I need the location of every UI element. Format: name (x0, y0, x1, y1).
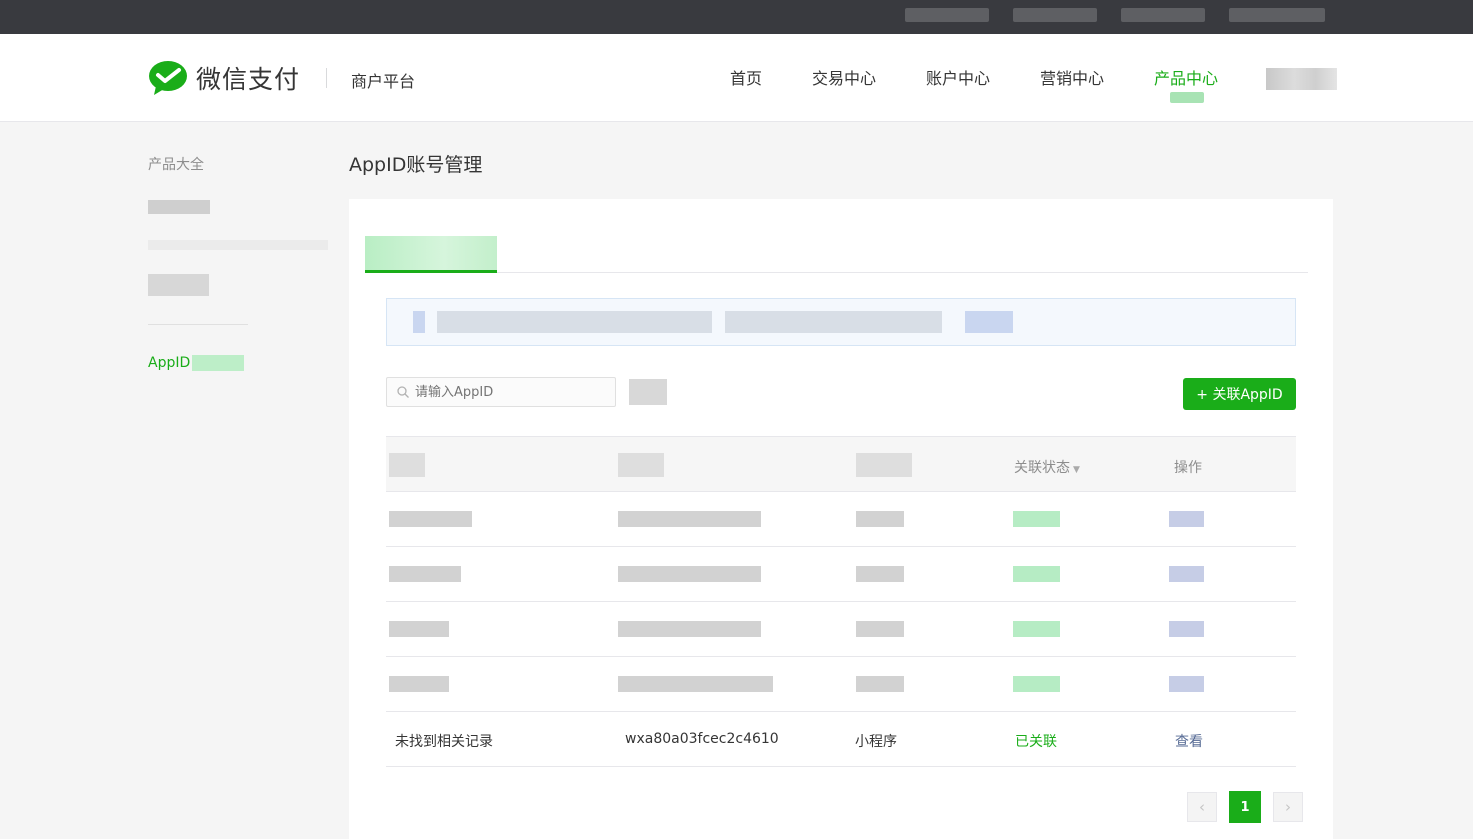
table-header: 关联状态 ▼ 操作 (386, 436, 1296, 492)
blurred-text (148, 240, 328, 250)
blurred-text (389, 621, 449, 637)
blurred-text (192, 355, 245, 371)
blurred-text (856, 511, 904, 527)
column-header-label: 关联状态 (1014, 460, 1070, 476)
info-notice (386, 298, 1296, 346)
notice-link[interactable] (965, 311, 1013, 333)
blurred-text (1121, 8, 1205, 22)
nav-marketing[interactable]: 营销中心 (1040, 65, 1104, 89)
blurred-text (389, 511, 472, 527)
blurred-text (389, 676, 449, 692)
column-header-type (856, 453, 912, 477)
table-row (386, 602, 1296, 657)
nav-home[interactable]: 首页 (730, 65, 762, 89)
blurred-text (618, 621, 761, 637)
blurred-text (856, 621, 904, 637)
info-icon (413, 311, 425, 333)
add-appid-button[interactable]: + 关联AppID (1183, 378, 1296, 410)
blurred-text (618, 511, 761, 527)
search-button[interactable] (629, 379, 667, 405)
tab-linked-appid[interactable] (365, 236, 497, 273)
column-header-name (389, 453, 425, 477)
sidebar-item-appid-management[interactable]: AppID (148, 355, 245, 371)
appid-search-box (386, 377, 616, 407)
system-bar (0, 0, 1473, 34)
user-account-menu[interactable] (1266, 68, 1337, 90)
table-row (386, 547, 1296, 602)
cell-appid: wxa80a03fcec2c4610 (625, 731, 779, 747)
view-link[interactable] (1169, 676, 1204, 692)
blurred-text (856, 676, 904, 692)
main-panel: + 关联AppID 关联状态▼ 操作 (349, 199, 1333, 839)
table-row (386, 492, 1296, 547)
tab-bar (365, 236, 1308, 273)
column-header-action: 操作 (1174, 460, 1202, 476)
search-icon (397, 386, 409, 398)
blurred-text (618, 676, 773, 692)
blurred-text (389, 566, 461, 582)
blurred-text (1229, 8, 1325, 22)
sidebar-item-my-products[interactable] (148, 200, 210, 214)
view-link[interactable]: 查看 (1175, 731, 1203, 751)
chevron-down-icon: ▼ (1073, 465, 1080, 475)
blurred-text (437, 311, 712, 333)
pagination: ‹ 1 › (1175, 791, 1303, 824)
view-link[interactable] (1169, 621, 1204, 637)
blurred-text (1013, 511, 1060, 527)
nav-products[interactable]: 产品中心 (1154, 65, 1218, 89)
next-page-button[interactable]: › (1273, 792, 1303, 822)
sidebar-item-blurred[interactable] (148, 274, 209, 296)
blurred-text (1013, 8, 1097, 22)
search-input[interactable] (415, 381, 610, 403)
blurred-text (797, 311, 942, 333)
table-row (386, 657, 1296, 712)
column-header-status[interactable]: 关联状态 ▼ (1014, 457, 1080, 477)
cell-type: 小程序 (855, 734, 897, 750)
blurred-text (905, 8, 989, 22)
site-header: 微信支付 商户平台 首页 交易中心 账户中心 营销中心 产品中心 (0, 34, 1473, 122)
page-number[interactable]: 1 (1229, 791, 1261, 823)
view-link[interactable] (1169, 566, 1204, 582)
sidebar-divider (148, 324, 248, 325)
nav-active-indicator (1170, 92, 1204, 103)
blurred-text (618, 566, 761, 582)
blurred-text (856, 566, 904, 582)
blurred-text (1013, 566, 1060, 582)
table-row: 未找到相关记录 wxa80a03fcec2c4610 小程序 已关联 查看 (386, 712, 1296, 767)
cell-name: 未找到相关记录 (395, 734, 493, 750)
page-title: AppID账号管理 (349, 154, 483, 176)
cell-status: 已关联 (1015, 734, 1057, 750)
main-nav: 首页 交易中心 账户中心 营销中心 产品中心 (0, 65, 1473, 95)
nav-account[interactable]: 账户中心 (926, 65, 990, 89)
blurred-text (1013, 676, 1060, 692)
column-header-appid (618, 453, 664, 477)
sidebar-item-all-products[interactable]: 产品大全 (148, 154, 204, 174)
view-link[interactable] (1169, 511, 1204, 527)
blurred-text (1013, 621, 1060, 637)
prev-page-button[interactable]: ‹ (1187, 792, 1217, 822)
sidebar-item-label: AppID (148, 355, 191, 371)
nav-transactions[interactable]: 交易中心 (812, 65, 876, 89)
